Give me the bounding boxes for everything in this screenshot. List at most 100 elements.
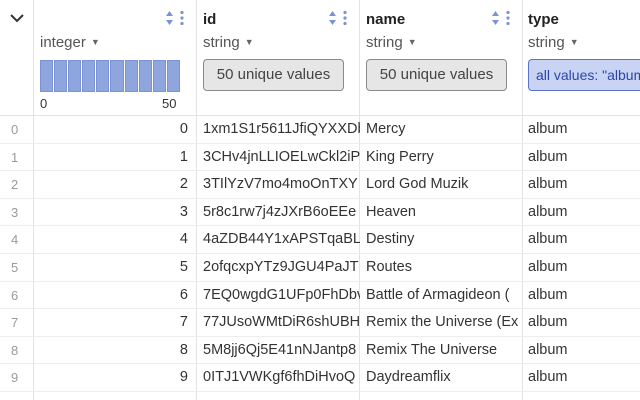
histogram-bar[interactable] <box>96 60 110 92</box>
column-name: name <box>366 11 406 28</box>
type-cell: album <box>528 341 568 358</box>
table-row[interactable]: 4 4 4aZDB44Y1xAPSTqaBL Destiny album <box>0 226 640 254</box>
id-cell: 5M8jj6Qj5E41nNJantp8 <box>203 341 357 358</box>
caret-down-icon: ▼ <box>244 37 254 47</box>
header-name-cell: name string ▼ 50 unique values <box>360 0 523 116</box>
column-type-selector[interactable]: string ▼ <box>366 34 417 51</box>
data-grid: integer ▼ 0 50 id string ▼ 50 unique value… <box>0 0 640 400</box>
column-type-selector[interactable]: integer ▼ <box>40 34 100 51</box>
id-cell: 77JUsoWMtDiR6shUBH <box>203 314 360 331</box>
column-type-selector[interactable]: string ▼ <box>528 34 579 51</box>
histogram-bar[interactable] <box>40 60 54 92</box>
type-cell: album <box>528 314 568 331</box>
row-index: 6 <box>11 287 19 303</box>
more-options-icon[interactable] <box>180 10 184 26</box>
histogram-bar[interactable] <box>110 60 124 92</box>
header-index-cell <box>0 0 34 116</box>
type-cell: album <box>528 231 568 248</box>
row-index: 5 <box>11 260 19 275</box>
integer-cell: 4 <box>179 231 188 248</box>
id-cell: 0ITJ1VWKgf6fhDiHvoQ <box>203 369 356 386</box>
column-name: type <box>528 11 559 28</box>
name-cell: King Perry <box>366 148 434 165</box>
type-cell: album <box>528 148 568 165</box>
name-cell: Mercy <box>366 121 406 137</box>
all-values-button[interactable]: all values: "album" <box>528 59 640 91</box>
row-index: 4 <box>11 232 19 248</box>
row-index: 1 <box>11 149 19 165</box>
header-integer-cell: integer ▼ 0 50 <box>34 0 197 116</box>
row-index: 9 <box>11 370 19 386</box>
histogram-bar[interactable] <box>82 60 96 92</box>
id-cell: 7EQ0wgdG1UFp0FhDbv <box>203 286 360 303</box>
type-cell: album <box>528 259 568 275</box>
type-cell: album <box>528 286 568 303</box>
histogram-bar[interactable] <box>124 60 138 92</box>
table-row[interactable]: 1 1 3CHv4jnLLIOELwCkl2iP King Perry album <box>0 144 640 172</box>
histogram-max-label: 50 <box>162 96 177 111</box>
name-cell: Destiny <box>366 231 415 248</box>
name-cell: Daydreamflix <box>366 369 451 386</box>
row-index: 2 <box>11 177 19 193</box>
more-options-icon[interactable] <box>343 10 347 26</box>
table-row[interactable]: 3 3 5r8c1rw7j4zJXrB6oEEe Heaven album <box>0 199 640 227</box>
integer-cell: 0 <box>179 121 188 137</box>
row-index: 0 <box>11 122 19 137</box>
name-cell: Remix the Universe (Ex <box>366 314 519 331</box>
table-row[interactable]: 6 6 7EQ0wgdG1UFp0FhDbv Battle of Armagideon… <box>0 282 640 310</box>
integer-cell: 2 <box>179 176 188 193</box>
histogram-bar[interactable] <box>68 60 82 92</box>
histogram-filter[interactable] <box>40 60 180 92</box>
column-name: id <box>203 11 217 28</box>
row-index: 8 <box>11 342 19 358</box>
more-options-icon[interactable] <box>506 10 510 26</box>
histogram-bar[interactable] <box>152 60 166 92</box>
table-row[interactable]: 9 9 0ITJ1VWKgf6fhDiHvoQ Daydreamflix album <box>0 364 640 392</box>
type-cell: album <box>528 176 568 193</box>
id-cell: 4aZDB44Y1xAPSTqaBL <box>203 231 360 248</box>
grid-header: integer ▼ 0 50 id string ▼ 50 unique value… <box>0 0 640 116</box>
integer-cell: 1 <box>179 148 188 165</box>
integer-cell: 9 <box>179 369 188 386</box>
id-cell: 5r8c1rw7j4zJXrB6oEEe <box>203 203 357 220</box>
table-row[interactable]: 5 5 2ofqcxpYTz9JGU4PaJT Routes album <box>0 254 640 282</box>
type-cell: album <box>528 203 568 220</box>
chevron-down-icon[interactable] <box>8 10 26 26</box>
caret-down-icon: ▼ <box>90 37 100 47</box>
caret-down-icon: ▼ <box>569 37 579 47</box>
type-cell: album <box>528 369 568 386</box>
caret-down-icon: ▼ <box>407 37 417 47</box>
header-id-cell: id string ▼ 50 unique values <box>197 0 360 116</box>
column-type-selector[interactable]: string ▼ <box>203 34 254 51</box>
unique-values-button[interactable]: 50 unique values <box>366 59 507 91</box>
name-cell: Heaven <box>366 203 416 220</box>
table-row[interactable]: 8 8 5M8jj6Qj5E41nNJantp8 Remix The Universe… <box>0 337 640 365</box>
histogram-bar[interactable] <box>138 60 152 92</box>
name-cell: Remix The Universe <box>366 341 498 358</box>
integer-cell: 3 <box>179 203 188 220</box>
id-cell: 1xm1S1r5611JfiQYXXDbI <box>203 121 360 137</box>
histogram-min-label: 0 <box>40 96 48 111</box>
name-cell: Battle of Armagideon ( <box>366 286 510 303</box>
id-cell: 3CHv4jnLLIOELwCkl2iP <box>203 148 360 165</box>
table-row[interactable]: 7 7 77JUsoWMtDiR6shUBH Remix the Universe (… <box>0 309 640 337</box>
row-index: 7 <box>11 315 19 331</box>
sort-icon[interactable] <box>491 10 500 26</box>
histogram-bar[interactable] <box>54 60 68 92</box>
name-cell: Routes <box>366 259 412 275</box>
integer-cell: 7 <box>179 314 188 331</box>
id-cell: 2ofqcxpYTz9JGU4PaJT <box>203 259 359 275</box>
table-row[interactable]: 2 2 3TIlYzV7mo4moOnTXY Lord God Muzik album <box>0 171 640 199</box>
sort-icon[interactable] <box>165 10 174 26</box>
unique-values-button[interactable]: 50 unique values <box>203 59 344 91</box>
histogram-bar[interactable] <box>166 60 180 92</box>
id-cell: 3TIlYzV7mo4moOnTXY <box>203 176 358 193</box>
row-index: 3 <box>11 204 19 220</box>
sort-icon[interactable] <box>328 10 337 26</box>
type-cell: album <box>528 121 568 137</box>
integer-cell: 6 <box>179 286 188 303</box>
header-type-cell: type string ▼ all values: "album" <box>523 0 640 116</box>
table-row[interactable]: 0 0 1xm1S1r5611JfiQYXXDbI Mercy album <box>0 116 640 144</box>
name-cell: Lord God Muzik <box>366 176 469 193</box>
integer-cell: 5 <box>179 259 188 275</box>
